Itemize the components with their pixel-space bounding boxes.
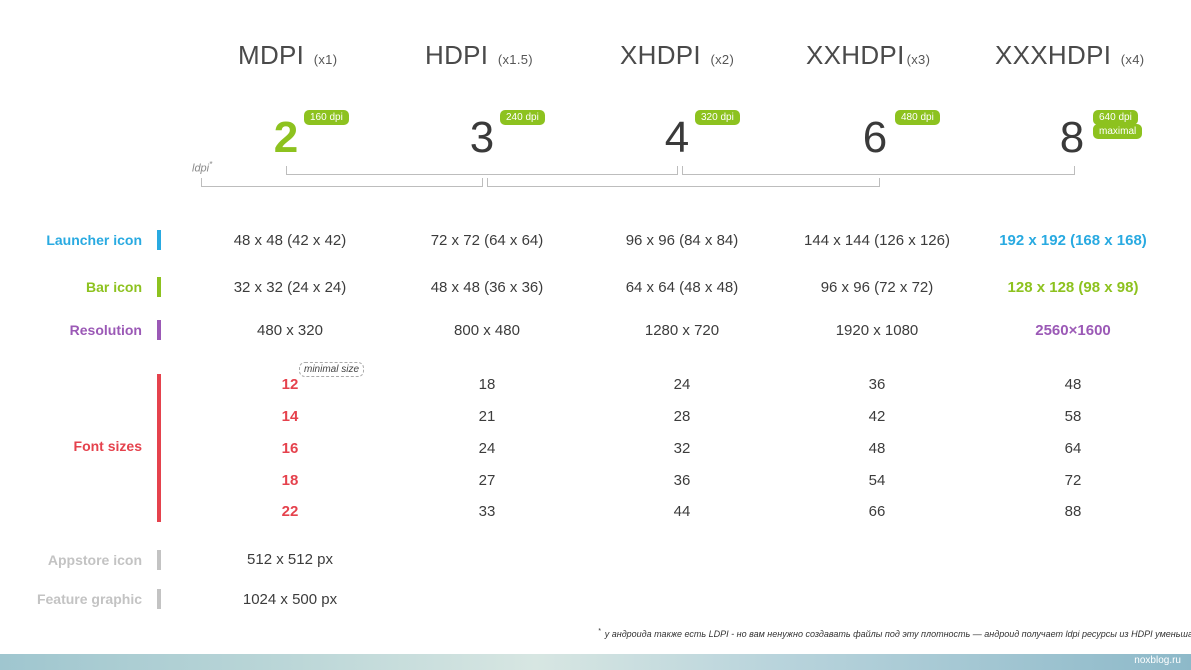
- row-marker-bar: [157, 277, 161, 297]
- font-xhdpi-4: 36: [673, 472, 691, 489]
- font-xxhdpi-5: 66: [868, 503, 886, 520]
- dpi-badge-mdpi: 160 dpi: [304, 110, 349, 125]
- font-xxxhdpi-1: 48: [1064, 376, 1082, 393]
- font-xxhdpi-1: 36: [868, 376, 886, 393]
- bracket-xhdpi-xxxhdpi: [682, 166, 1075, 175]
- resolution-xhdpi: 1280 x 720: [644, 322, 720, 339]
- font-mdpi-1: 12: [281, 376, 299, 393]
- bar-xxhdpi: 96 x 96 (72 x 72): [820, 279, 934, 296]
- bar-xxxhdpi: 128 x 128 (98 x 98): [1007, 279, 1139, 296]
- density-title-hdpi: HDPI (x1.5): [425, 40, 533, 70]
- font-hdpi-1: 18: [478, 376, 496, 393]
- font-xxxhdpi-2: 58: [1064, 408, 1082, 425]
- row-label-resolution: Resolution: [69, 322, 142, 338]
- launcher-mdpi: 48 x 48 (42 x 42): [233, 232, 347, 249]
- font-xhdpi-5: 44: [673, 503, 691, 520]
- resolution-xxhdpi: 1920 x 1080: [835, 322, 919, 339]
- font-xhdpi-1: 24: [673, 376, 691, 393]
- font-xxxhdpi-4: 72: [1064, 472, 1082, 489]
- bar-hdpi: 48 x 48 (36 x 36): [430, 279, 544, 296]
- dpi-badge-xxxhdpi: 640 dpi: [1093, 110, 1138, 125]
- bracket-ldpi-hdpi: [201, 178, 483, 187]
- row-label-feature-graphic: Feature graphic: [36, 591, 142, 607]
- font-xxhdpi-4: 54: [868, 472, 886, 489]
- bracket-mdpi-xhdpi: [286, 166, 678, 175]
- font-xhdpi-2: 28: [673, 408, 691, 425]
- row-label-bar-icon: Bar icon: [85, 279, 142, 295]
- density-title-xxxhdpi: XXXHDPI (x4): [995, 40, 1145, 70]
- bracket-hdpi-xxhdpi: [487, 178, 880, 187]
- launcher-xxxhdpi: 192 x 192 (168 x 168): [999, 232, 1147, 249]
- font-xhdpi-3: 32: [673, 440, 691, 457]
- resolution-xxxhdpi: 2560×1600: [1035, 322, 1111, 339]
- font-hdpi-3: 24: [478, 440, 496, 457]
- row-marker-appstore: [157, 550, 161, 570]
- bottom-banner-image: [0, 654, 1191, 670]
- font-mdpi-4: 18: [281, 472, 299, 489]
- launcher-xxhdpi: 144 x 144 (126 x 126): [804, 232, 950, 249]
- dpi-badge-hdpi: 240 dpi: [500, 110, 545, 125]
- ldpi-label: ldpi*: [192, 160, 213, 175]
- font-mdpi-3: 16: [281, 440, 299, 457]
- resolution-mdpi: 480 x 320: [257, 322, 323, 339]
- bar-mdpi: 32 x 32 (24 x 24): [233, 279, 347, 296]
- row-label-appstore-icon: Appstore icon: [47, 552, 142, 568]
- minimal-size-badge: minimal size: [299, 362, 365, 377]
- font-hdpi-4: 27: [478, 472, 496, 489]
- font-xxhdpi-3: 48: [868, 440, 886, 457]
- site-watermark: noxblog.ru: [1134, 655, 1181, 666]
- font-xxxhdpi-5: 88: [1064, 503, 1082, 520]
- font-xxxhdpi-3: 64: [1064, 440, 1082, 457]
- density-title-xxhdpi: XXHDPI (x3): [806, 40, 931, 70]
- row-marker-feature: [157, 589, 161, 609]
- feature-graphic-size: 1024 x 500 px: [242, 591, 338, 608]
- density-title-mdpi: MDPI (x1): [238, 40, 338, 70]
- font-hdpi-2: 21: [478, 408, 496, 425]
- resolution-hdpi: 800 x 480: [454, 322, 520, 339]
- font-xxhdpi-2: 42: [868, 408, 886, 425]
- row-marker-launcher: [157, 230, 161, 250]
- font-hdpi-5: 33: [478, 503, 496, 520]
- launcher-hdpi: 72 x 72 (64 x 64): [430, 232, 544, 249]
- font-mdpi-5: 22: [281, 503, 299, 520]
- row-marker-font-sizes: [157, 374, 161, 522]
- density-title-xhdpi: XHDPI (x2): [620, 40, 735, 70]
- dpi-badge-xxhdpi: 480 dpi: [895, 110, 940, 125]
- row-label-font-sizes: Font sizes: [73, 438, 142, 454]
- row-marker-resolution: [157, 320, 161, 340]
- launcher-xhdpi: 96 x 96 (84 x 84): [625, 232, 739, 249]
- appstore-icon-size: 512 x 512 px: [247, 551, 333, 568]
- dpi-badge-xhdpi: 320 dpi: [695, 110, 740, 125]
- footnote: * у андроида также есть LDPI - но вам нен…: [598, 628, 1191, 639]
- bar-xhdpi: 64 x 64 (48 x 48): [625, 279, 739, 296]
- row-label-launcher-icon: Launcher icon: [46, 232, 142, 248]
- font-mdpi-2: 14: [281, 408, 299, 425]
- maximal-badge: maximal: [1093, 124, 1143, 139]
